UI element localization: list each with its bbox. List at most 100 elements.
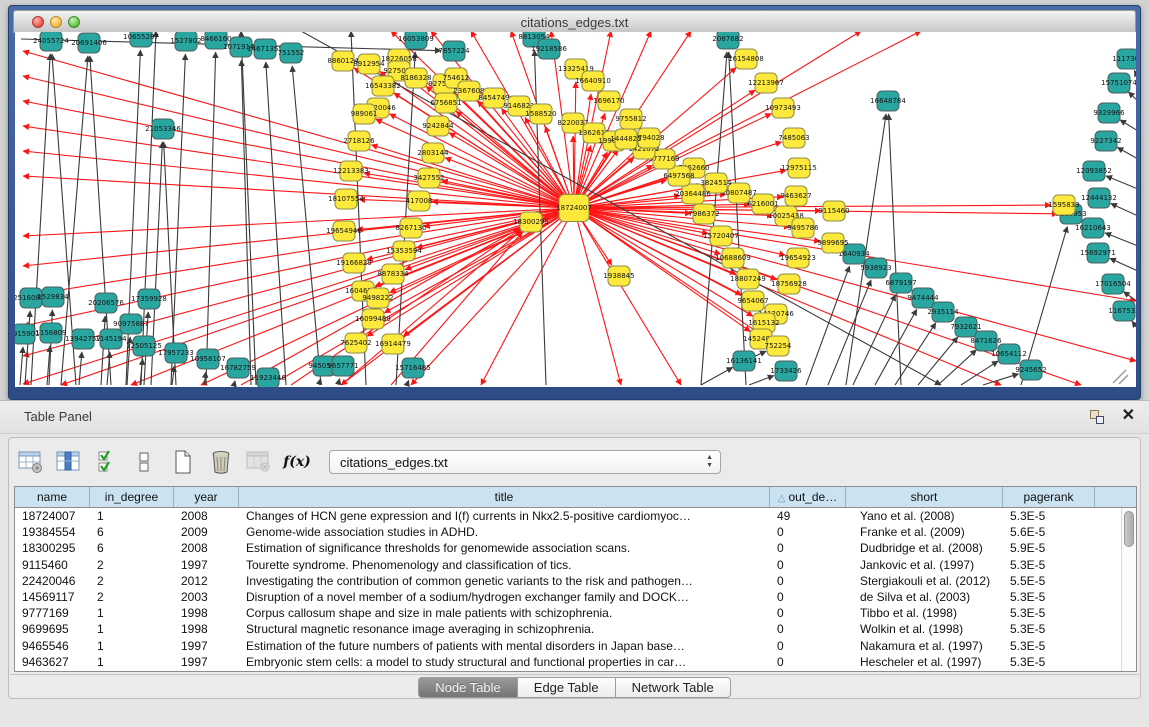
graph-node[interactable]: 2803144 (417, 143, 449, 163)
graph-node[interactable]: 20691406 (71, 33, 107, 53)
graph-node[interactable]: 24055724 (33, 32, 69, 51)
graph-node[interactable]: 3427552 (413, 168, 444, 188)
new-document-icon[interactable] (169, 448, 197, 476)
graph-node[interactable]: 2087682 (712, 32, 743, 49)
table-row[interactable]: 1830029562008Estimation of significance … (15, 540, 1136, 556)
graph-node[interactable]: 12093852 (1076, 161, 1112, 181)
column-select-icon[interactable] (55, 448, 83, 476)
graph-node[interactable]: 1595833 (1048, 195, 1079, 215)
tab-node-table[interactable]: Node Table (418, 677, 518, 698)
graph-node[interactable]: 1156809 (35, 323, 66, 343)
column-header-name[interactable]: name (15, 487, 90, 507)
graph-node[interactable]: 12213967 (748, 73, 784, 93)
graph-node[interactable]: 7986372 (688, 204, 719, 224)
graph-node[interactable]: 20206576 (88, 293, 124, 313)
graph-node[interactable]: 1588520 (525, 104, 556, 124)
window-titlebar[interactable]: citations_edges.txt (13, 10, 1136, 33)
resize-grip-icon[interactable] (1113, 370, 1128, 384)
table-selector-dropdown[interactable]: citations_edges.txt ▲▼ (329, 450, 721, 474)
column-header-out_de[interactable]: △out_de… (770, 487, 846, 507)
graph-node[interactable]: 9654067 (737, 291, 768, 311)
graph-node[interactable]: 2718126 (343, 131, 375, 151)
column-header-in_degree[interactable]: in_degree (90, 487, 174, 507)
rows-icon[interactable] (131, 448, 159, 476)
graph-node[interactable]: 6879197 (885, 273, 916, 293)
graph-node[interactable]: 19654948 (326, 221, 362, 241)
graph-node[interactable]: 8186328 (400, 68, 431, 88)
tab-network-table[interactable]: Network Table (616, 677, 731, 698)
graph-node[interactable]: 16053809 (398, 32, 434, 49)
graph-node[interactable]: 1527802 (170, 32, 201, 51)
graph-node[interactable]: 1167533 (1108, 301, 1136, 321)
checklist-icon[interactable] (93, 448, 121, 476)
graph-node[interactable]: 6756851 (430, 93, 461, 113)
column-header-pagerank[interactable]: pagerank (1003, 487, 1095, 507)
table-row[interactable]: 2242004622012Investigating the contribut… (15, 573, 1136, 589)
graph-node[interactable]: 15751074 (1101, 73, 1136, 93)
table-row[interactable]: 1872400712008Changes of HCN gene express… (15, 508, 1136, 524)
graph-node[interactable]: 15716485 (395, 358, 431, 378)
graph-node[interactable]: 7625402 (340, 333, 371, 353)
graph-node[interactable]: 752254 (765, 336, 792, 356)
graph-node[interactable]: 7857224 (438, 41, 470, 61)
graph-node[interactable]: 989061 (351, 104, 378, 124)
graph-node[interactable]: 1696170 (593, 91, 624, 111)
graph-node[interactable]: 16154808 (728, 49, 764, 69)
graph-node[interactable]: 1733426 (770, 361, 802, 381)
graph-node[interactable]: 1117304 (1112, 49, 1136, 69)
graph-node[interactable]: 9245652 (1015, 360, 1046, 380)
column-header-short[interactable]: short (846, 487, 1003, 507)
graph-node[interactable]: 18756928 (771, 274, 807, 294)
graph-node[interactable]: 17957233 (158, 343, 194, 363)
graph-node[interactable]: 8267130 (395, 218, 426, 238)
table-row[interactable]: 946362711997Embryonic stem cells: a mode… (15, 654, 1136, 670)
graph-node[interactable]: 15692971 (1080, 243, 1116, 263)
graph-node[interactable]: 21053346 (145, 119, 181, 139)
graph-node[interactable]: 18807249 (730, 269, 766, 289)
graph-node[interactable]: 9899695 (817, 233, 848, 253)
graph-node[interactable]: 10655287 (123, 32, 159, 47)
column-header-title[interactable]: title (239, 487, 770, 507)
graph-node[interactable]: 17359928 (131, 289, 167, 309)
table-row[interactable]: 1938455462009Genome-wide association stu… (15, 524, 1136, 540)
graph-node[interactable]: 2935114 (927, 302, 959, 322)
close-panel-icon[interactable]: ✕ (1122, 407, 1135, 425)
graph-node[interactable]: 19654923 (780, 248, 816, 268)
delete-icon[interactable] (207, 448, 235, 476)
graph-node[interactable]: 12505125 (126, 336, 162, 356)
table-scrollbar-thumb[interactable] (1124, 511, 1134, 547)
graph-node[interactable]: 9115460 (818, 201, 849, 221)
graph-node[interactable]: 12975115 (781, 158, 817, 178)
table-body[interactable]: 1872400712008Changes of HCN gene express… (15, 508, 1136, 670)
table-row[interactable]: 946554611997Estimation of the future num… (15, 638, 1136, 654)
table-row[interactable]: 969969511998Structural magnetic resonanc… (15, 621, 1136, 637)
graph-node[interactable]: 17016504 (1095, 274, 1131, 294)
graph-hub-node[interactable]: 18724007 (556, 195, 592, 222)
function-icon[interactable]: f(x) (283, 448, 311, 476)
graph-node[interactable]: 7485063 (778, 128, 809, 148)
graph-node[interactable]: 16648784 (870, 91, 906, 111)
graph-node[interactable]: 1938845 (603, 266, 634, 286)
graph-node[interactable]: 751552 (278, 43, 305, 63)
network-canvas[interactable]: 2405572420691406106552871527802846616010… (15, 32, 1136, 387)
tab-edge-table[interactable]: Edge Table (518, 677, 616, 698)
graph-node[interactable]: 9463627 (780, 186, 811, 206)
table-row[interactable]: 977716911998Corpus callosum shape and si… (15, 605, 1136, 621)
graph-node[interactable]: 9227342 (1090, 131, 1121, 151)
graph-node[interactable]: 8471626 (970, 331, 1002, 351)
graph-node[interactable]: 1529834 (37, 287, 69, 307)
graph-node[interactable]: 6216001 (747, 194, 778, 214)
graph-node[interactable]: 9755812 (615, 109, 646, 129)
graph-node[interactable]: 9495786 (787, 218, 819, 238)
table-scrollbar[interactable] (1121, 508, 1136, 671)
graph-node[interactable]: 10973493 (765, 98, 801, 118)
table-settings-icon[interactable] (17, 448, 45, 476)
table-row[interactable]: 911546021997Tourette syndrome. Phenomeno… (15, 557, 1136, 573)
table-row[interactable]: 1456911722003Disruption of a novel membe… (15, 589, 1136, 605)
graph-node[interactable]: 1444825 (610, 129, 641, 149)
graph-node[interactable]: 417008 (406, 191, 433, 211)
column-header-year[interactable]: year (174, 487, 239, 507)
float-panel-icon[interactable] (1089, 409, 1105, 425)
table-header-row[interactable]: namein_degreeyeartitle△out_de…shortpager… (15, 487, 1136, 508)
graph-node[interactable]: 12444132 (1081, 188, 1117, 208)
